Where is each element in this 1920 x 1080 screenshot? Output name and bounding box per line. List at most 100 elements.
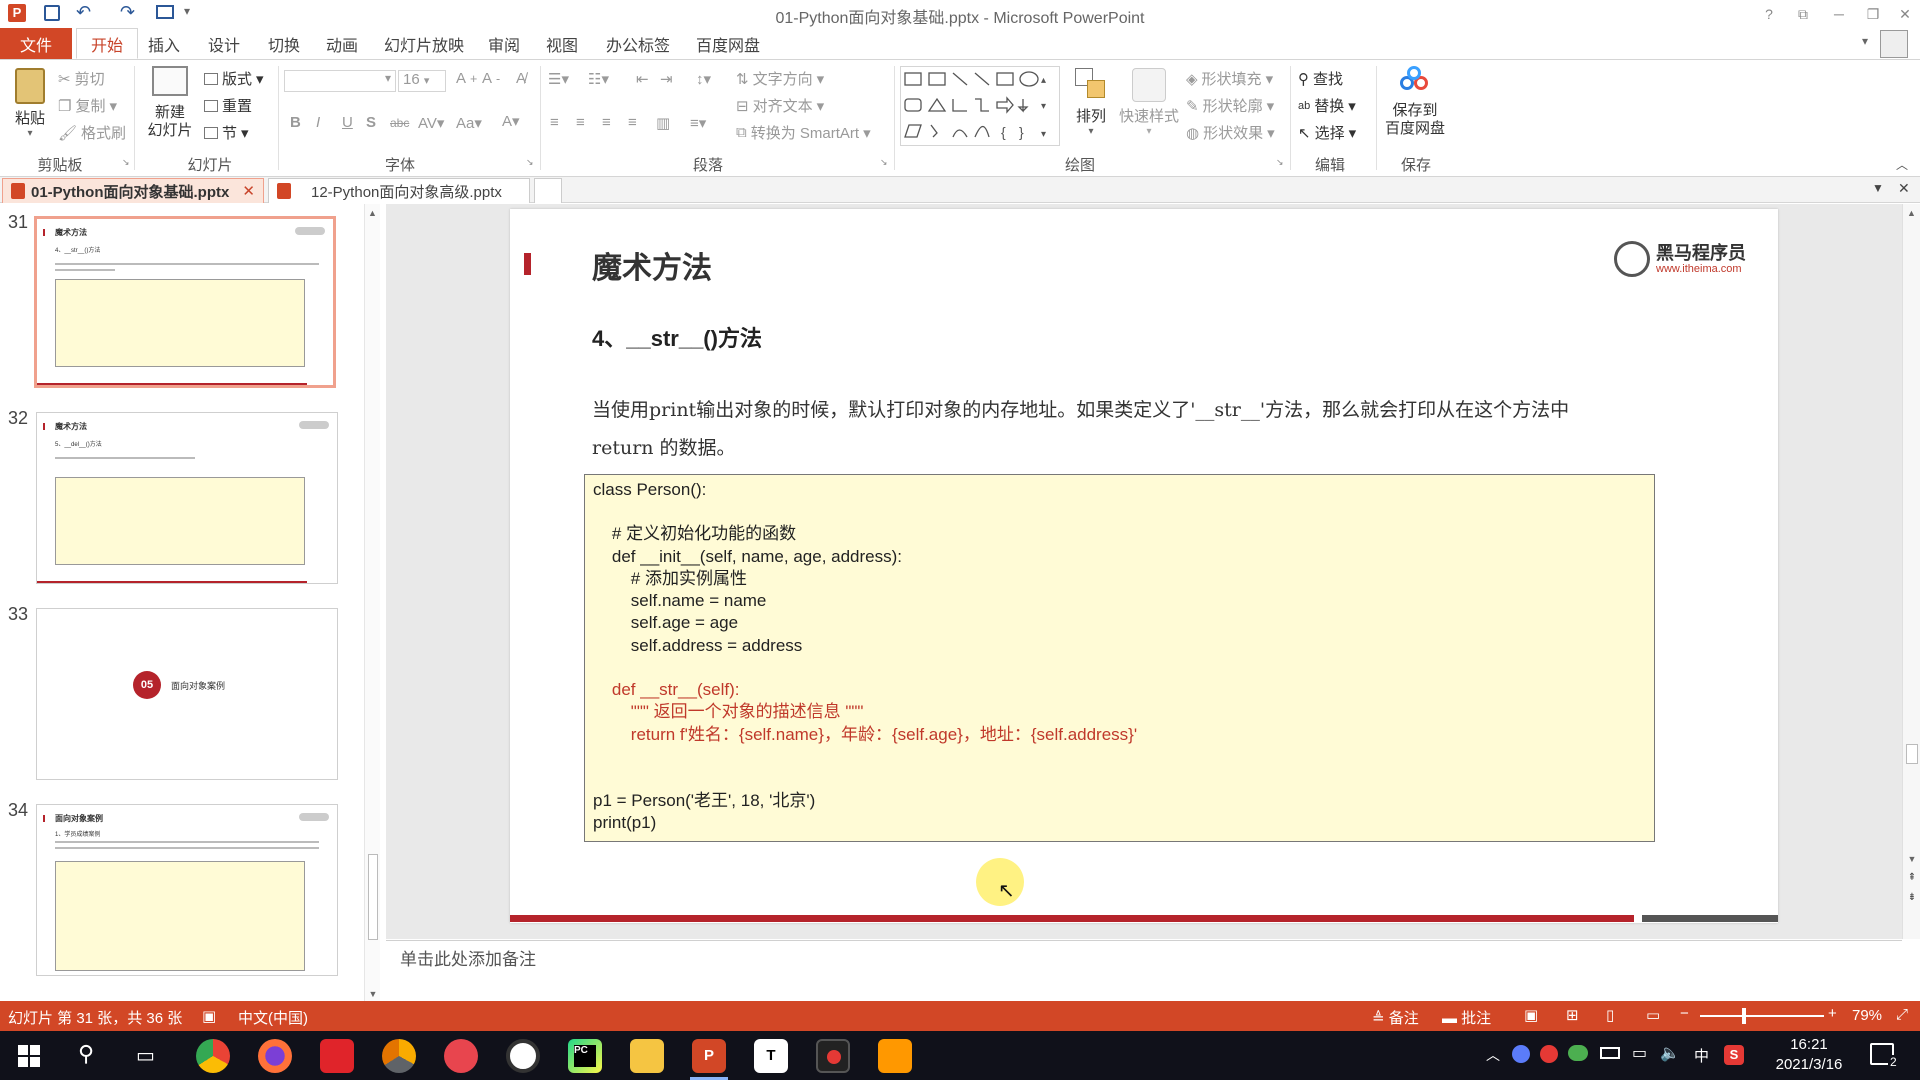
- screen-recorder-icon[interactable]: [444, 1039, 478, 1073]
- tab-design[interactable]: 设计: [194, 28, 254, 59]
- tray-cloud-icon[interactable]: [1568, 1045, 1588, 1061]
- code-block[interactable]: class Person(): # 定义初始化功能的函数 def __init_…: [584, 474, 1655, 842]
- columns-button[interactable]: ▥: [656, 114, 670, 132]
- tray-overflow-icon[interactable]: ︿: [1486, 1045, 1500, 1065]
- chrome-canary-icon[interactable]: [382, 1039, 416, 1073]
- slide-sorter-icon[interactable]: ⊞: [1566, 1006, 1579, 1024]
- clear-formatting-button[interactable]: A̸: [516, 70, 526, 87]
- clock-app-icon[interactable]: [506, 1039, 540, 1073]
- bullets-button[interactable]: ☰▾: [548, 70, 569, 88]
- layout-button[interactable]: 版式 ▾: [204, 68, 264, 89]
- scrollbar-thumb[interactable]: [1906, 744, 1918, 764]
- line-spacing-button[interactable]: ↕▾: [696, 70, 711, 88]
- numbering-button[interactable]: ☷▾: [588, 70, 609, 88]
- recorder-icon[interactable]: [816, 1039, 850, 1073]
- replace-button[interactable]: ab 替换 ▾: [1298, 95, 1356, 116]
- slide-canvas[interactable]: 魔术方法 黑马程序员 www.itheima.com 4、__str__()方法…: [510, 209, 1778, 923]
- shape-effects-button[interactable]: ◍ 形状效果 ▾: [1186, 122, 1275, 143]
- new-slide-button[interactable]: 新建 幻灯片: [140, 66, 200, 152]
- align-center-button[interactable]: ≡: [576, 114, 585, 131]
- collapse-ribbon-icon[interactable]: ︿: [1896, 156, 1908, 173]
- powerpoint-taskbar-icon[interactable]: P: [692, 1039, 726, 1073]
- doc-tab-active[interactable]: 01-Python面向对象基础.pptx ✕: [2, 178, 264, 203]
- arrange-button[interactable]: 排列 ▾: [1070, 68, 1112, 148]
- user-avatar[interactable]: [1880, 30, 1908, 58]
- grow-font-button[interactable]: A +: [456, 70, 477, 87]
- quick-styles-button[interactable]: 快速样式 ▾: [1118, 68, 1180, 148]
- dialog-launcher-icon[interactable]: ↘: [122, 157, 130, 168]
- slide-thumbnail-31[interactable]: 魔术方法 4、__str__()方法: [34, 216, 336, 388]
- windows-start-icon[interactable]: [18, 1045, 40, 1067]
- zoom-slider[interactable]: [1700, 1008, 1824, 1024]
- file-explorer-icon[interactable]: [630, 1039, 664, 1073]
- reading-view-icon[interactable]: ▯: [1606, 1006, 1614, 1024]
- pycharm-icon[interactable]: PC: [568, 1039, 602, 1073]
- tray-app-icon[interactable]: [1512, 1045, 1530, 1063]
- justify-button[interactable]: ≡: [628, 114, 637, 131]
- youdao-icon[interactable]: [320, 1039, 354, 1073]
- format-painter-button[interactable]: 🖌 格式刷: [58, 122, 126, 143]
- previous-slide-icon[interactable]: ⇞: [1903, 872, 1920, 883]
- notes-pane[interactable]: 单击此处添加备注: [386, 940, 1902, 1001]
- section-button[interactable]: 节 ▾: [204, 122, 249, 143]
- ribbon-display-icon[interactable]: ⧉: [1786, 0, 1820, 28]
- task-view-icon[interactable]: ▭: [136, 1043, 155, 1068]
- comments-toggle-button[interactable]: ▬ 批注: [1442, 1007, 1491, 1028]
- font-name-dropdown[interactable]: ▾: [284, 70, 396, 92]
- select-button[interactable]: ↖ 选择 ▾: [1298, 122, 1356, 143]
- restore-button[interactable]: ❐: [1856, 0, 1890, 28]
- tab-transitions[interactable]: 切换: [254, 28, 314, 59]
- align-right-button[interactable]: ≡: [602, 114, 611, 131]
- reset-button[interactable]: 重置: [204, 95, 252, 116]
- tab-office-tab[interactable]: 办公标签: [592, 28, 684, 59]
- ime-indicator[interactable]: 中: [1694, 1045, 1709, 1066]
- thumbnails-scrollbar[interactable]: ▲ ▼: [364, 204, 380, 1001]
- tab-home[interactable]: 开始: [76, 28, 139, 59]
- chrome-icon[interactable]: [196, 1039, 230, 1073]
- change-case-button[interactable]: Aa▾: [456, 114, 482, 132]
- font-size-dropdown[interactable]: 16 ▾: [398, 70, 446, 92]
- strikethrough-button[interactable]: abc: [390, 116, 409, 130]
- slideshow-view-icon[interactable]: ▭: [1646, 1006, 1660, 1024]
- close-button[interactable]: ✕: [1888, 0, 1920, 28]
- zoom-in-button[interactable]: +: [1828, 1005, 1837, 1022]
- typora-icon[interactable]: T: [754, 1039, 788, 1073]
- italic-button[interactable]: I: [316, 114, 320, 131]
- tab-file[interactable]: 文件: [0, 28, 72, 59]
- notes-toggle-button[interactable]: ≜ 备注: [1372, 1007, 1419, 1028]
- save-to-baidu-button[interactable]: 保存到 百度网盘: [1380, 66, 1450, 152]
- dialog-launcher-icon[interactable]: ↘: [880, 157, 888, 168]
- font-color-button[interactable]: A▾: [502, 112, 520, 130]
- tab-insert[interactable]: 插入: [134, 28, 194, 59]
- shrink-font-button[interactable]: A-: [482, 70, 500, 87]
- zoom-slider-thumb[interactable]: [1742, 1008, 1746, 1024]
- slide-title[interactable]: 魔术方法: [592, 243, 712, 287]
- shape-fill-button[interactable]: ◈ 形状填充 ▾: [1186, 68, 1273, 89]
- help-icon[interactable]: ?: [1752, 0, 1786, 28]
- tab-view[interactable]: 视图: [532, 28, 592, 59]
- tab-baidu-netdisk[interactable]: 百度网盘: [682, 28, 774, 59]
- minimize-button[interactable]: ─: [1822, 0, 1856, 28]
- decrease-indent-button[interactable]: ⇤: [636, 70, 649, 88]
- shape-outline-button[interactable]: ✎ 形状轮廓 ▾: [1186, 95, 1274, 116]
- slide-thumbnail-33[interactable]: 05 面向对象案例: [36, 608, 338, 780]
- spellcheck-icon[interactable]: ▣: [202, 1007, 216, 1025]
- shadow-button[interactable]: S: [366, 114, 376, 131]
- slide-scrollbar[interactable]: ▲ ▼ ⇞ ⇟: [1902, 204, 1920, 939]
- language-status[interactable]: 中文(中国): [238, 1007, 308, 1028]
- scrollbar-thumb[interactable]: [368, 854, 378, 940]
- doc-tab[interactable]: 12-Python面向对象高级.pptx: [268, 178, 530, 203]
- tab-list-dropdown-icon[interactable]: ▼: [1872, 181, 1884, 195]
- fit-slide-icon[interactable]: ⤢: [1896, 1006, 1908, 1023]
- close-tab-icon[interactable]: ✕: [242, 182, 255, 200]
- zoom-out-button[interactable]: −: [1680, 1005, 1689, 1022]
- bold-button[interactable]: B: [290, 114, 301, 131]
- text-direction-button[interactable]: ⇅ 文字方向 ▾: [736, 68, 824, 89]
- cut-button[interactable]: ✂ 剪切: [58, 68, 105, 89]
- tab-animations[interactable]: 动画: [312, 28, 372, 59]
- paste-button[interactable]: 粘贴 ▾: [10, 68, 50, 150]
- slide-thumbnail-34[interactable]: 面向对象案例 1、学员成绩案例: [36, 804, 338, 976]
- shapes-gallery[interactable]: {} ▴ ▾ ▾: [900, 66, 1060, 146]
- underline-button[interactable]: U: [342, 114, 353, 131]
- battery-icon[interactable]: [1600, 1047, 1620, 1059]
